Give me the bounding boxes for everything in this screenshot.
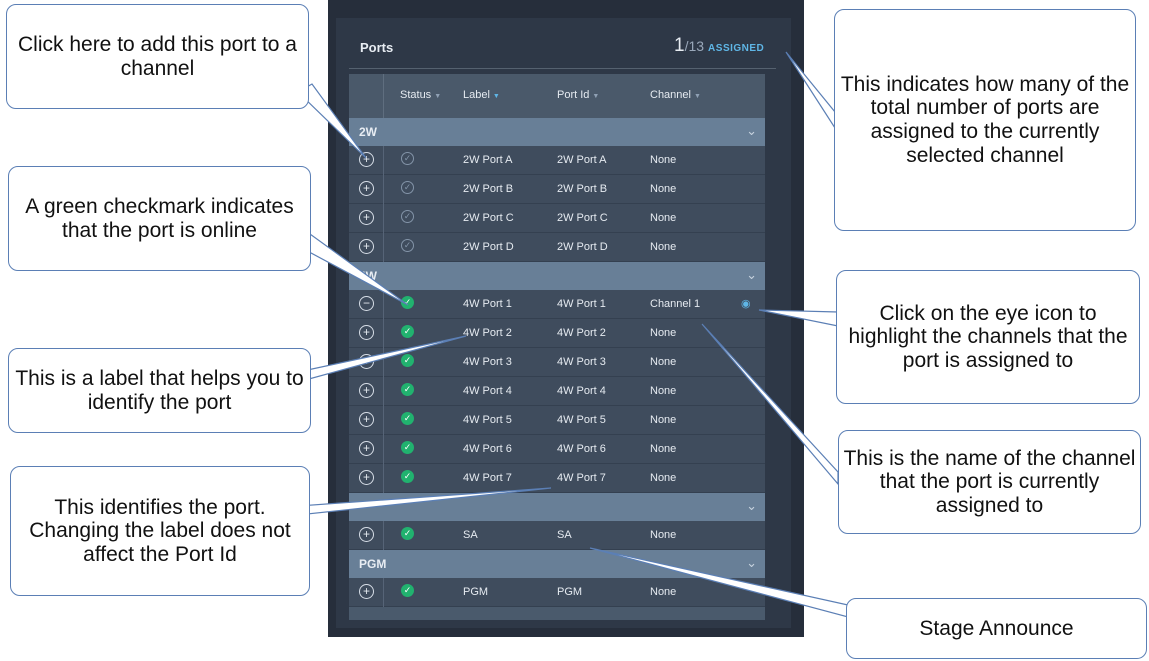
pointer-channel xyxy=(701,323,839,486)
callout-port-id: This identifies the port. Changing the l… xyxy=(10,466,310,596)
callout-label: This is a label that helps you to identi… xyxy=(8,348,311,433)
pointer-assigned xyxy=(785,51,836,131)
callout-stage-announce: Stage Announce xyxy=(846,598,1147,659)
pointer-eye xyxy=(758,309,839,327)
callout-eye-icon: Click on the eye icon to highlight the c… xyxy=(836,270,1140,404)
callout-assigned-count: This indicates how many of the total num… xyxy=(834,9,1136,231)
pointer-label xyxy=(297,335,467,383)
callout-add-port: Click here to add this port to a channel xyxy=(6,4,309,109)
callout-green-check: A green checkmark indicates that the por… xyxy=(8,166,311,271)
pointer-stage xyxy=(589,547,849,618)
pointer-green-check xyxy=(297,233,409,306)
callout-channel-name: This is the name of the channel that the… xyxy=(838,430,1141,534)
pointer-port-id xyxy=(297,487,552,516)
